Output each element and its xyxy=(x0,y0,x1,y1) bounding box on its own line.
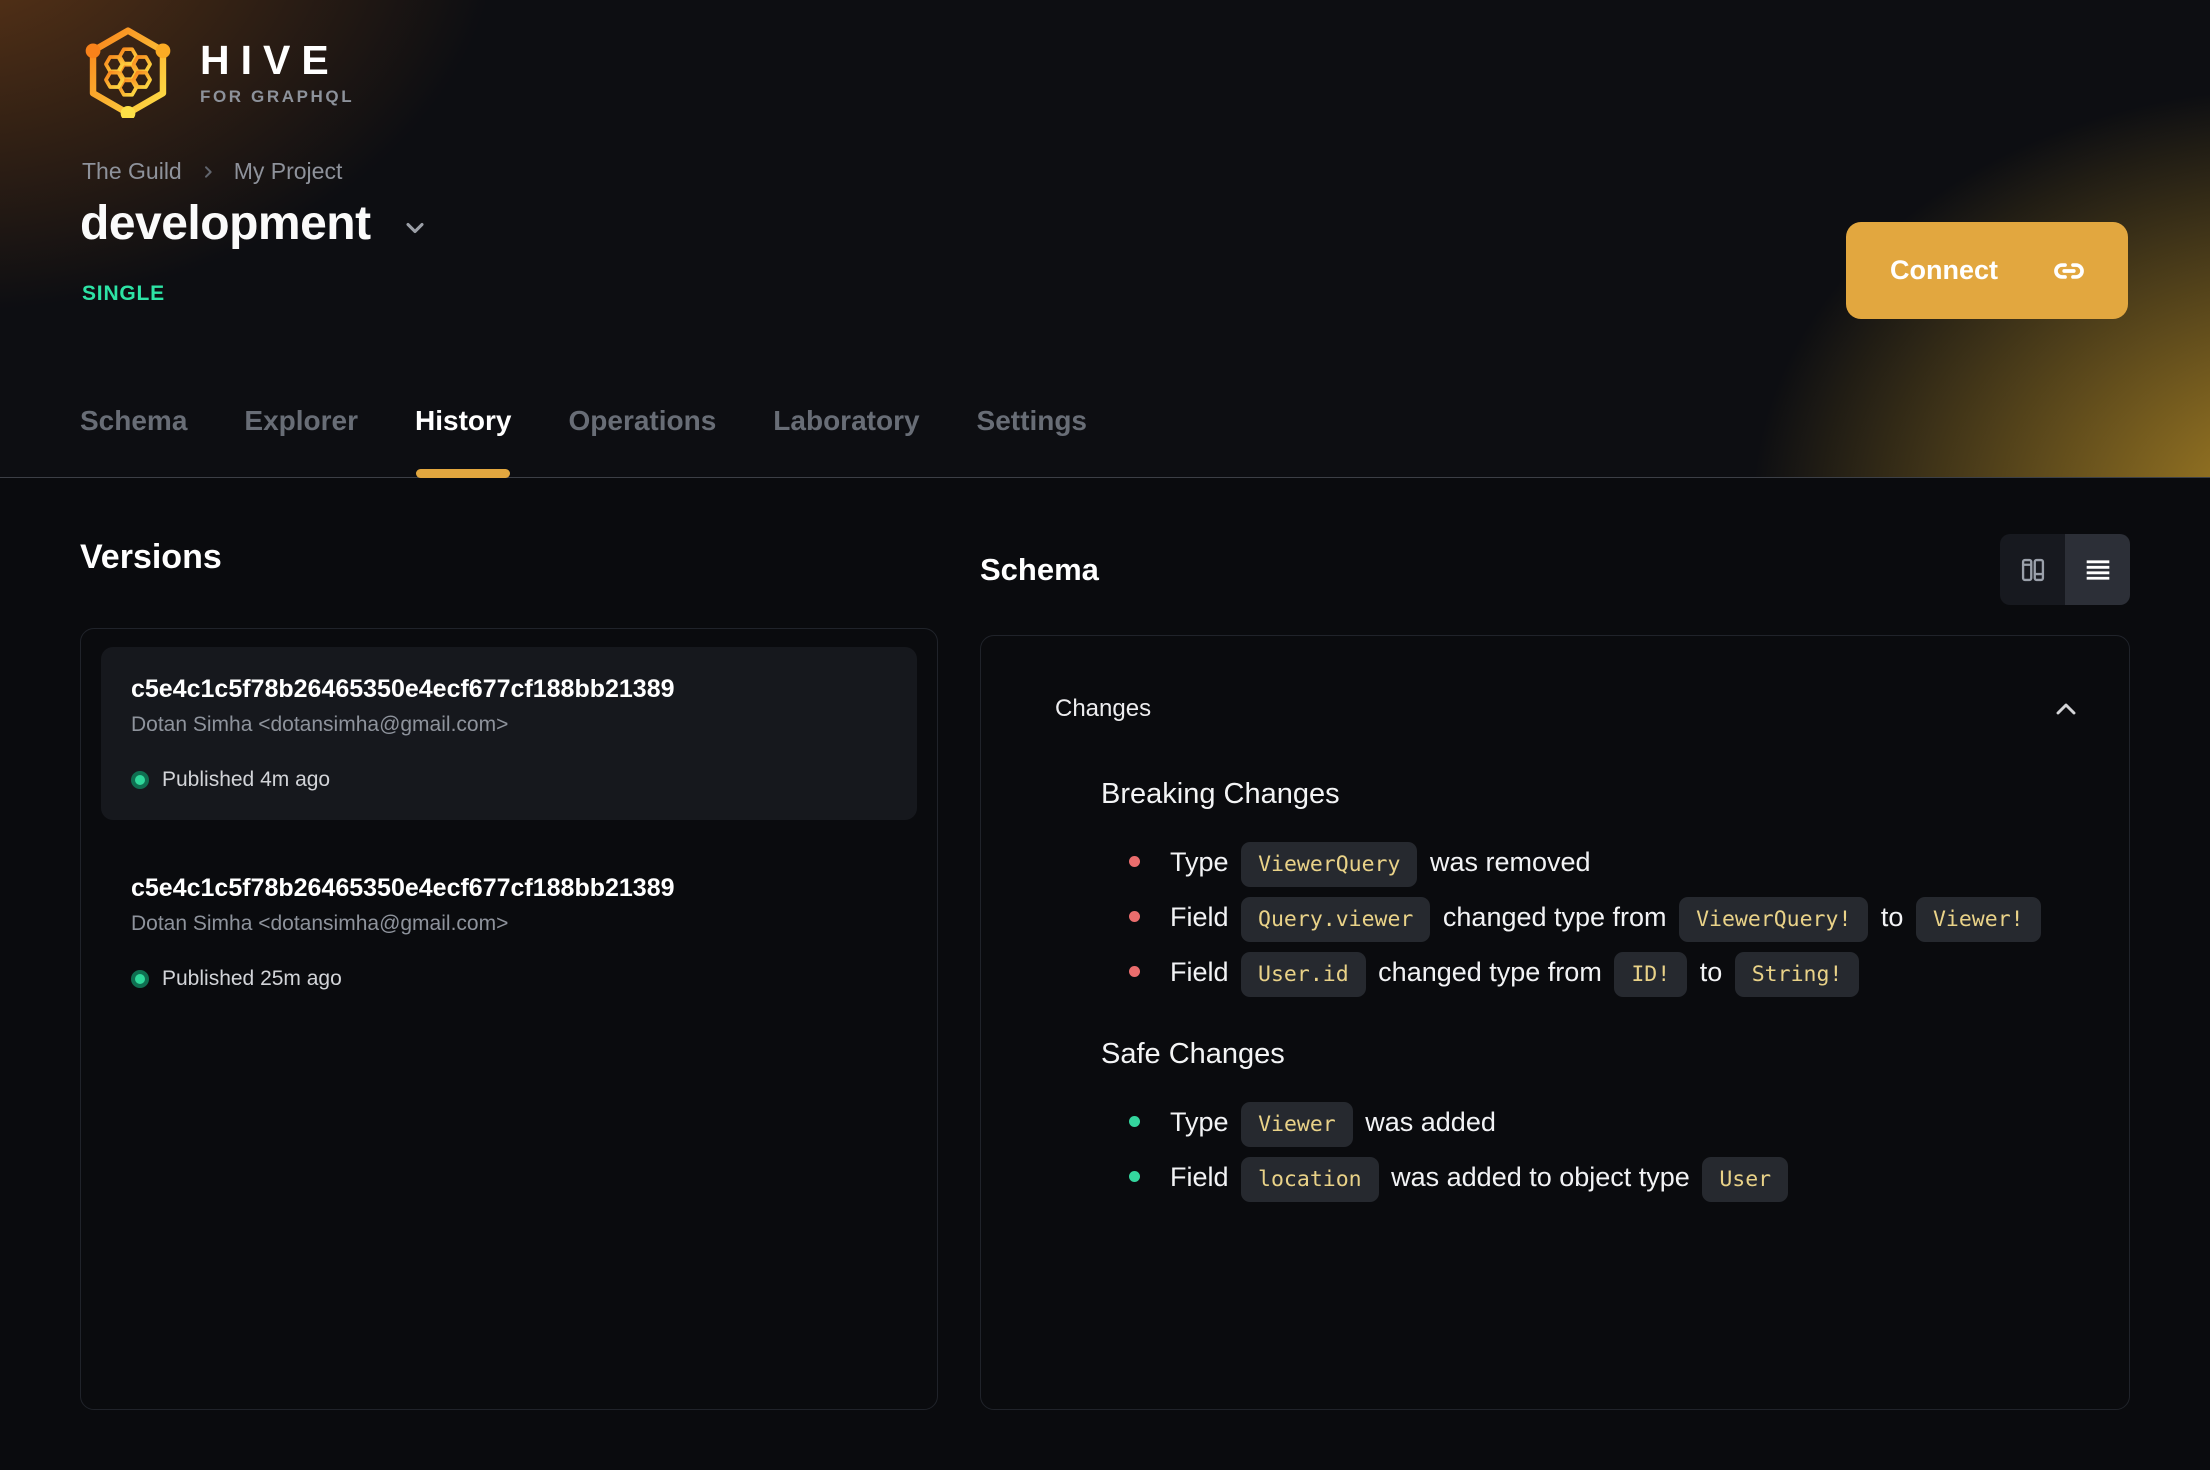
view-toggle xyxy=(2000,534,2130,605)
connect-button[interactable]: Connect xyxy=(1846,222,2128,319)
change-text: to xyxy=(1699,957,1723,987)
app-header: HIVE FOR GRAPHQL The Guild My Project de… xyxy=(0,0,2210,478)
version-status: Published 25m ago xyxy=(131,967,887,991)
brand-name: HIVE xyxy=(200,37,340,83)
version-status: Published 4m ago xyxy=(131,768,887,792)
breaking-changes-heading: Breaking Changes xyxy=(1101,778,1340,810)
schema-header: Schema xyxy=(980,534,2130,605)
code-chip: ID! xyxy=(1614,952,1688,997)
tab-laboratory[interactable]: Laboratory xyxy=(773,405,919,478)
target-selector[interactable]: development xyxy=(80,196,429,251)
change-item: Field User.id changed type from ID! to S… xyxy=(1129,945,2053,1000)
change-item: Type Viewer was added xyxy=(1129,1095,2053,1150)
breadcrumb-org[interactable]: The Guild xyxy=(82,158,182,185)
change-item: Field Query.viewer changed type from Vie… xyxy=(1129,890,2053,945)
code-chip: String! xyxy=(1734,952,1860,997)
safe-changes-heading: Safe Changes xyxy=(1101,1038,1285,1070)
connect-button-label: Connect xyxy=(1890,255,1998,285)
tab-schema[interactable]: Schema xyxy=(80,405,187,478)
tab-history[interactable]: History xyxy=(415,405,511,478)
published-dot-icon xyxy=(131,771,149,789)
code-chip: Viewer xyxy=(1241,1102,1353,1147)
change-text: to xyxy=(1880,902,1904,932)
columns-view-button[interactable] xyxy=(2000,534,2065,605)
published-dot-icon xyxy=(131,970,149,988)
page-title: development xyxy=(80,197,371,250)
change-text: Type xyxy=(1170,847,1229,877)
version-author: Dotan Simha <dotansimha@gmail.com> xyxy=(131,912,509,935)
changes-panel: Changes Breaking Changes Type ViewerQuery… xyxy=(980,635,2130,1410)
chevron-up-icon xyxy=(2056,703,2076,715)
breaking-bullet-icon xyxy=(1129,911,1140,922)
breaking-changes-list: Type ViewerQuery was removed Field Query… xyxy=(1101,835,2053,1000)
code-chip: Viewer! xyxy=(1915,897,2041,942)
tab-bar: Schema Explorer History Operations Laborator… xyxy=(80,405,2130,478)
safe-bullet-icon xyxy=(1129,1116,1140,1127)
list-view-icon xyxy=(2086,559,2109,580)
change-text: changed type from xyxy=(1442,902,1667,932)
versions-column: Versions c5e4c1c5f78b26465350e4ecf677cf1… xyxy=(80,478,938,1410)
breaking-bullet-icon xyxy=(1129,966,1140,977)
brand-text: HIVE FOR GRAPHQL xyxy=(200,37,354,107)
chevron-right-icon xyxy=(204,165,212,178)
breaking-bullet-icon xyxy=(1129,856,1140,867)
columns-view-icon xyxy=(2021,558,2044,581)
change-text: changed type from xyxy=(1378,957,1602,987)
change-item: Type ViewerQuery was removed xyxy=(1129,835,2053,890)
chevron-down-icon xyxy=(406,222,424,233)
target-mode-badge: SINGLE xyxy=(82,282,165,305)
code-chip: location xyxy=(1241,1157,1379,1202)
change-text: was removed xyxy=(1429,847,1591,877)
change-text: was added to object type xyxy=(1391,1162,1690,1192)
change-item: Field location was added to object type … xyxy=(1129,1150,2053,1205)
tab-explorer[interactable]: Explorer xyxy=(244,405,358,478)
code-chip: Query.viewer xyxy=(1241,897,1431,942)
code-chip: User xyxy=(1702,1157,1789,1202)
version-card[interactable]: c5e4c1c5f78b26465350e4ecf677cf188bb21389… xyxy=(101,647,917,820)
version-hash: c5e4c1c5f78b26465350e4ecf677cf188bb21389 xyxy=(131,874,675,902)
breadcrumb-project[interactable]: My Project xyxy=(234,158,343,185)
version-list: c5e4c1c5f78b26465350e4ecf677cf188bb21389… xyxy=(80,628,938,1410)
breadcrumb: The Guild My Project xyxy=(82,158,342,185)
schema-column: Schema Changes Breaking Changes Type Vie… xyxy=(980,478,2130,1410)
version-card[interactable]: c5e4c1c5f78b26465350e4ecf677cf188bb21389… xyxy=(101,846,917,1019)
brand-logo[interactable]: HIVE FOR GRAPHQL xyxy=(80,26,354,118)
change-text: Field xyxy=(1170,1162,1229,1192)
brand-tagline: FOR GRAPHQL xyxy=(200,87,355,106)
version-status-text: Published 25m ago xyxy=(162,967,342,990)
code-chip: User.id xyxy=(1241,952,1366,997)
change-text: Field xyxy=(1170,902,1229,932)
changes-label: Changes xyxy=(1055,695,1152,722)
list-view-button[interactable] xyxy=(2065,534,2130,605)
change-text: was added xyxy=(1365,1107,1496,1137)
changes-header: Changes xyxy=(981,636,2129,728)
change-text: Type xyxy=(1170,1107,1229,1137)
versions-heading: Versions xyxy=(80,538,222,576)
safe-bullet-icon xyxy=(1129,1171,1140,1182)
safe-changes-list: Type Viewer was added Field location was… xyxy=(1101,1095,2053,1205)
code-chip: ViewerQuery! xyxy=(1679,897,1869,942)
main-content: Versions c5e4c1c5f78b26465350e4ecf677cf1… xyxy=(0,478,2210,1410)
tab-settings[interactable]: Settings xyxy=(977,405,1087,478)
version-hash: c5e4c1c5f78b26465350e4ecf677cf188bb21389 xyxy=(131,675,675,703)
changes-body: Breaking Changes Type ViewerQuery was rem… xyxy=(981,728,2129,1205)
hive-logo-icon xyxy=(85,27,171,118)
collapse-section-button[interactable] xyxy=(2047,690,2085,728)
tab-operations[interactable]: Operations xyxy=(568,405,716,478)
change-text: Field xyxy=(1170,957,1229,987)
code-chip: ViewerQuery xyxy=(1241,842,1418,887)
version-status-text: Published 4m ago xyxy=(162,768,331,791)
link-icon xyxy=(2054,262,2084,279)
schema-heading: Schema xyxy=(980,551,1099,587)
version-author: Dotan Simha <dotansimha@gmail.com> xyxy=(131,713,509,736)
